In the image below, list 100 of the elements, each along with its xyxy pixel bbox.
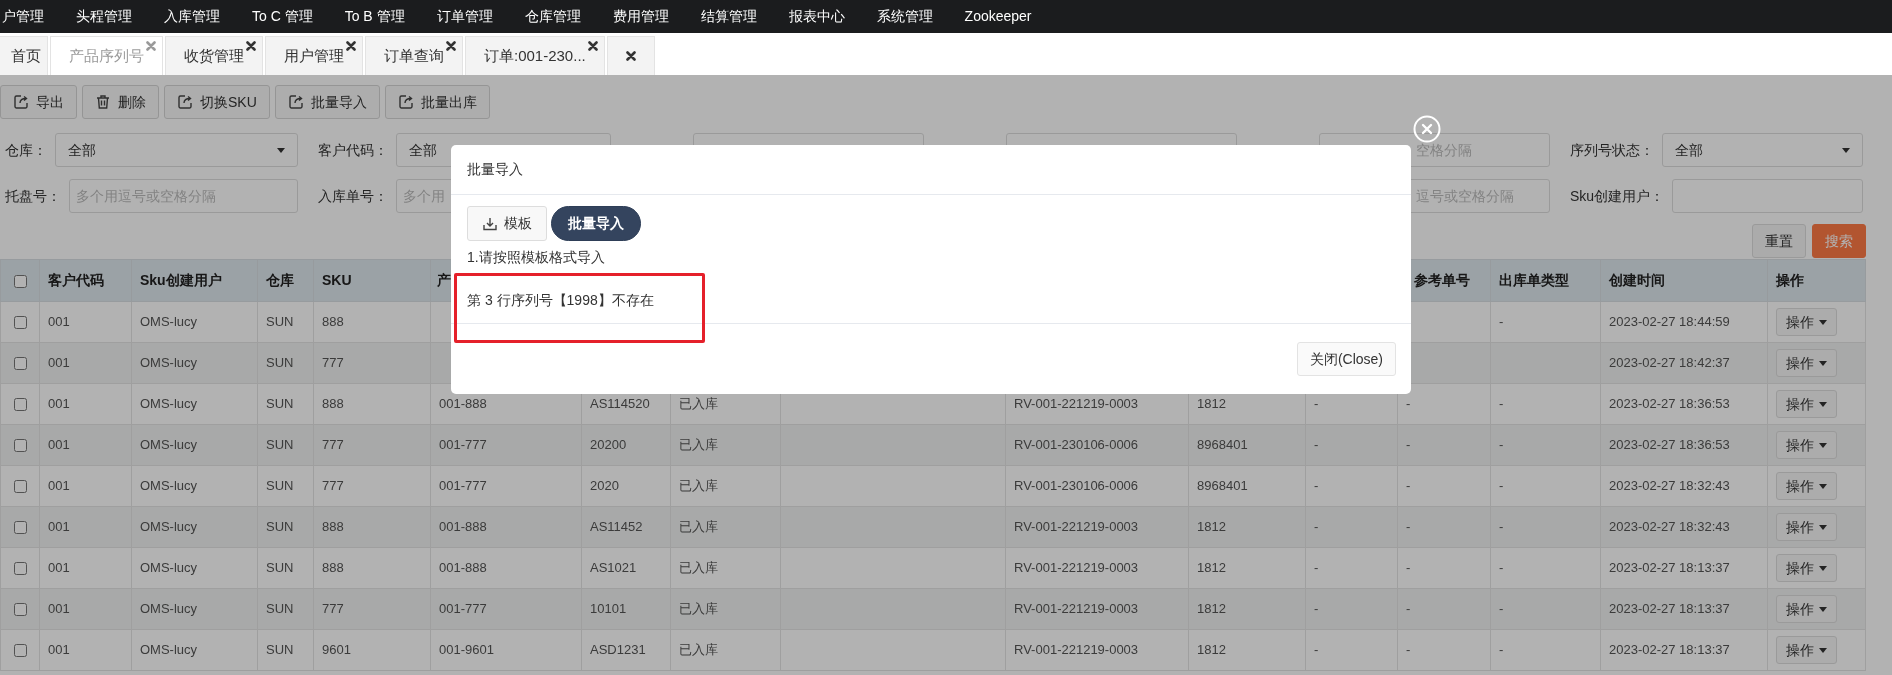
table-cell: 001-888 xyxy=(439,396,487,412)
column-header: 创建时间 xyxy=(1609,272,1665,288)
table-cell: 9601 xyxy=(322,642,351,658)
table-cell: 已入库 xyxy=(679,478,718,494)
table-cell: 001-777 xyxy=(439,437,487,453)
table-cell: 888 xyxy=(322,560,344,576)
table-cell: - xyxy=(1314,642,1319,658)
table-cell: 8968401 xyxy=(1197,478,1248,494)
table-cell: RV-001-221219-0003 xyxy=(1014,560,1139,576)
table-cell: SUN xyxy=(266,560,294,576)
table-cell: 已入库 xyxy=(679,642,718,658)
table-cell: RV-001-230106-0006 xyxy=(1014,478,1139,494)
table-cell: 20200 xyxy=(590,437,627,453)
field-label: 托盘号： xyxy=(5,186,61,206)
table-cell: - xyxy=(1499,396,1504,412)
table-cell: - xyxy=(1406,519,1411,535)
table-cell: 2023-02-27 18:13:37 xyxy=(1609,560,1730,576)
table-cell: RV-001-230106-0006 xyxy=(1014,437,1139,453)
table-cell: 2023-02-27 18:13:37 xyxy=(1609,642,1730,658)
table-cell: 001-777 xyxy=(439,601,487,617)
table-cell: 10101 xyxy=(590,601,627,617)
table-cell: 777 xyxy=(322,601,344,617)
table-cell: 2023-02-27 18:32:43 xyxy=(1609,478,1730,494)
table-cell: SUN xyxy=(266,355,294,371)
table-cell: 001 xyxy=(48,355,70,371)
table-cell: 001 xyxy=(48,519,70,535)
table-cell: 001-888 xyxy=(439,560,487,576)
table-cell: - xyxy=(1499,560,1504,576)
table-cell: 1812 xyxy=(1197,642,1226,658)
table-cell: 777 xyxy=(322,437,344,453)
table-cell: - xyxy=(1314,601,1319,617)
column-header: Sku创建用户 xyxy=(140,272,222,288)
table-cell: - xyxy=(1314,396,1319,412)
table-cell: 1812 xyxy=(1197,519,1226,535)
column-header: 仓库 xyxy=(266,272,294,288)
field-label: 入库单号： xyxy=(318,186,388,206)
table-cell: RV-001-221219-0003 xyxy=(1014,396,1139,412)
table-cell: RV-001-221219-0003 xyxy=(1014,519,1139,535)
table-cell: - xyxy=(1406,396,1411,412)
table-cell: RV-001-221219-0003 xyxy=(1014,642,1139,658)
table-cell: 8968401 xyxy=(1197,437,1248,453)
table-cell: 888 xyxy=(322,396,344,412)
column-header: 出库单类型 xyxy=(1499,272,1569,288)
table-cell: - xyxy=(1406,437,1411,453)
table-cell: - xyxy=(1314,437,1319,453)
table-cell: - xyxy=(1499,601,1504,617)
table-cell: 001 xyxy=(48,437,70,453)
table-cell: SUN xyxy=(266,519,294,535)
table-cell: - xyxy=(1314,560,1319,576)
table-cell: 2023-02-27 18:36:53 xyxy=(1609,437,1730,453)
table-cell: 1812 xyxy=(1197,560,1226,576)
table-cell: SUN xyxy=(266,437,294,453)
table-cell: 001 xyxy=(48,396,70,412)
table-cell: OMS-lucy xyxy=(140,642,198,658)
table-cell: 已入库 xyxy=(679,519,718,535)
table-cell: 001-777 xyxy=(439,478,487,494)
table-cell: - xyxy=(1406,478,1411,494)
table-cell: OMS-lucy xyxy=(140,314,198,330)
table-cell: 2020 xyxy=(590,478,619,494)
column-header: 产 xyxy=(437,272,451,288)
table-cell: SUN xyxy=(266,314,294,330)
table-cell: - xyxy=(1499,519,1504,535)
column-header: SKU xyxy=(322,272,352,288)
table-cell: OMS-lucy xyxy=(140,355,198,371)
table-cell: 1812 xyxy=(1197,601,1226,617)
table-cell: - xyxy=(1499,642,1504,658)
table-cell: ASD1231 xyxy=(590,642,646,658)
table-cell: AS11452 xyxy=(590,519,643,535)
column-header: 操作 xyxy=(1776,272,1804,288)
table-cell: SUN xyxy=(266,642,294,658)
table-cell: 已入库 xyxy=(679,396,718,412)
error-message: 第 3 行序列号【1998】不存在 xyxy=(467,291,655,310)
table-cell: SUN xyxy=(266,396,294,412)
table-cell: 888 xyxy=(322,314,344,330)
table-cell: 2023-02-27 18:42:37 xyxy=(1609,355,1730,371)
table-cell: 001-888 xyxy=(439,519,487,535)
table-cell: SUN xyxy=(266,478,294,494)
table-cell: SUN xyxy=(266,601,294,617)
table-cell: 777 xyxy=(322,478,344,494)
table-cell: - xyxy=(1499,314,1504,330)
table-cell: - xyxy=(1314,478,1319,494)
field-label: 仓库： xyxy=(5,140,47,160)
table-cell: 001 xyxy=(48,560,70,576)
instruction-text: 1.请按照模板格式导入 xyxy=(467,248,606,267)
table-cell: 1812 xyxy=(1197,396,1226,412)
table-cell: 001 xyxy=(48,642,70,658)
table-cell: AS114520 xyxy=(590,396,650,412)
table-cell: OMS-lucy xyxy=(140,437,198,453)
table-cell: - xyxy=(1314,519,1319,535)
table-cell: 888 xyxy=(322,519,344,535)
table-cell: 001 xyxy=(48,478,70,494)
table-cell: AS1021 xyxy=(590,560,637,576)
table-cell: 已入库 xyxy=(679,601,718,617)
table-cell: 777 xyxy=(322,355,344,371)
table-cell: 已入库 xyxy=(679,560,718,576)
table-cell: 已入库 xyxy=(679,437,718,453)
field-label: Sku创建用户： xyxy=(1570,186,1665,206)
table-cell: OMS-lucy xyxy=(140,560,198,576)
table-cell: - xyxy=(1406,642,1411,658)
column-header: 客户代码 xyxy=(48,272,104,288)
